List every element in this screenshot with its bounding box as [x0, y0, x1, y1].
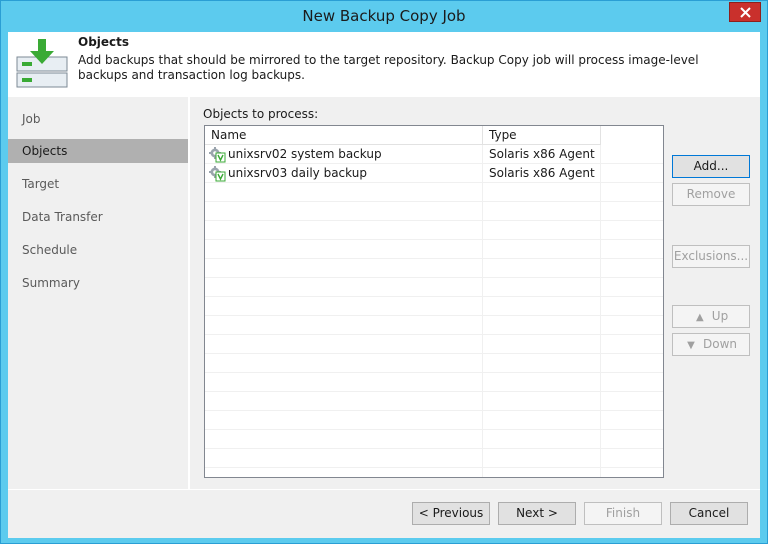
wizard-steps-sidebar: Job Objects Target Data Transfer Schedul…: [8, 97, 188, 489]
empty-row: [205, 297, 663, 316]
table-cell-name: unixsrv02 system backup: [209, 145, 483, 164]
down-button-label: Down: [702, 337, 737, 351]
table-cell-type: Solaris x86 Agent ...: [489, 147, 599, 161]
cancel-button[interactable]: Cancel: [670, 502, 748, 525]
table-cell-type: Solaris x86 Agent ...: [489, 166, 599, 180]
page-title: Objects: [78, 35, 130, 49]
empty-row: [205, 316, 663, 335]
up-button[interactable]: ▲ Up: [672, 305, 750, 328]
empty-row: [205, 259, 663, 278]
exclusions-button[interactable]: Exclusions...: [672, 245, 750, 268]
empty-row: [205, 335, 663, 354]
add-button[interactable]: Add...: [672, 155, 750, 178]
empty-row: [205, 240, 663, 259]
objects-table[interactable]: Name Type unixsrv02 system backup Solari…: [204, 125, 664, 478]
window: New Backup Copy Job Objects Add backups …: [0, 0, 768, 544]
remove-button[interactable]: Remove: [672, 183, 750, 206]
down-button[interactable]: ▼ Down: [672, 333, 750, 356]
wizard-content: Objects Add backups that should be mirro…: [8, 32, 760, 538]
empty-row: [205, 202, 663, 221]
empty-row: [205, 430, 663, 449]
sidebar-item-job[interactable]: Job: [8, 107, 188, 131]
sidebar-item-objects[interactable]: Objects: [8, 139, 188, 163]
agent-backup-icon: [209, 166, 226, 182]
page-description: Add backups that should be mirrored to t…: [78, 53, 699, 82]
empty-row: [205, 449, 663, 468]
table-header: Name Type: [205, 126, 663, 145]
up-button-label: Up: [711, 309, 729, 323]
close-button[interactable]: [729, 2, 761, 22]
empty-row: [205, 392, 663, 411]
empty-row: [205, 183, 663, 202]
sidebar-item-summary[interactable]: Summary: [8, 271, 188, 295]
sidebar-item-schedule[interactable]: Schedule: [8, 238, 188, 262]
previous-button[interactable]: < Previous: [412, 502, 490, 525]
table-cell-name: unixsrv03 daily backup: [209, 164, 483, 183]
finish-button[interactable]: Finish: [584, 502, 662, 525]
agent-backup-icon: [209, 147, 226, 163]
table-row[interactable]: unixsrv02 system backup Solaris x86 Agen…: [205, 145, 663, 164]
row-name-text: unixsrv03 daily backup: [228, 166, 367, 180]
sidebar-item-data-transfer[interactable]: Data Transfer: [8, 205, 188, 229]
wizard-footer: < Previous Next > Finish Cancel: [8, 489, 760, 538]
title-bar[interactable]: New Backup Copy Job: [1, 1, 767, 32]
close-icon: [740, 7, 751, 18]
objects-to-process-label: Objects to process:: [203, 107, 319, 121]
table-row[interactable]: unixsrv03 daily backup Solaris x86 Agent…: [205, 164, 663, 183]
backup-copy-job-icon: [16, 39, 68, 88]
main-panel: Objects to process: Name Type unixsrv02 …: [188, 97, 760, 489]
empty-row: [205, 278, 663, 297]
empty-row: [205, 354, 663, 373]
up-arrow-icon: ▲: [695, 312, 704, 323]
column-header-type[interactable]: Type: [483, 126, 601, 145]
empty-row: [205, 221, 663, 240]
next-button[interactable]: Next >: [498, 502, 576, 525]
down-arrow-icon: ▼: [687, 340, 695, 351]
wizard-header: Objects Add backups that should be mirro…: [8, 32, 760, 95]
sidebar-item-target[interactable]: Target: [8, 172, 188, 196]
window-title: New Backup Copy Job: [302, 7, 466, 25]
empty-row: [205, 373, 663, 392]
row-name-text: unixsrv02 system backup: [228, 147, 382, 161]
empty-row: [205, 411, 663, 430]
column-header-name[interactable]: Name: [205, 126, 483, 145]
